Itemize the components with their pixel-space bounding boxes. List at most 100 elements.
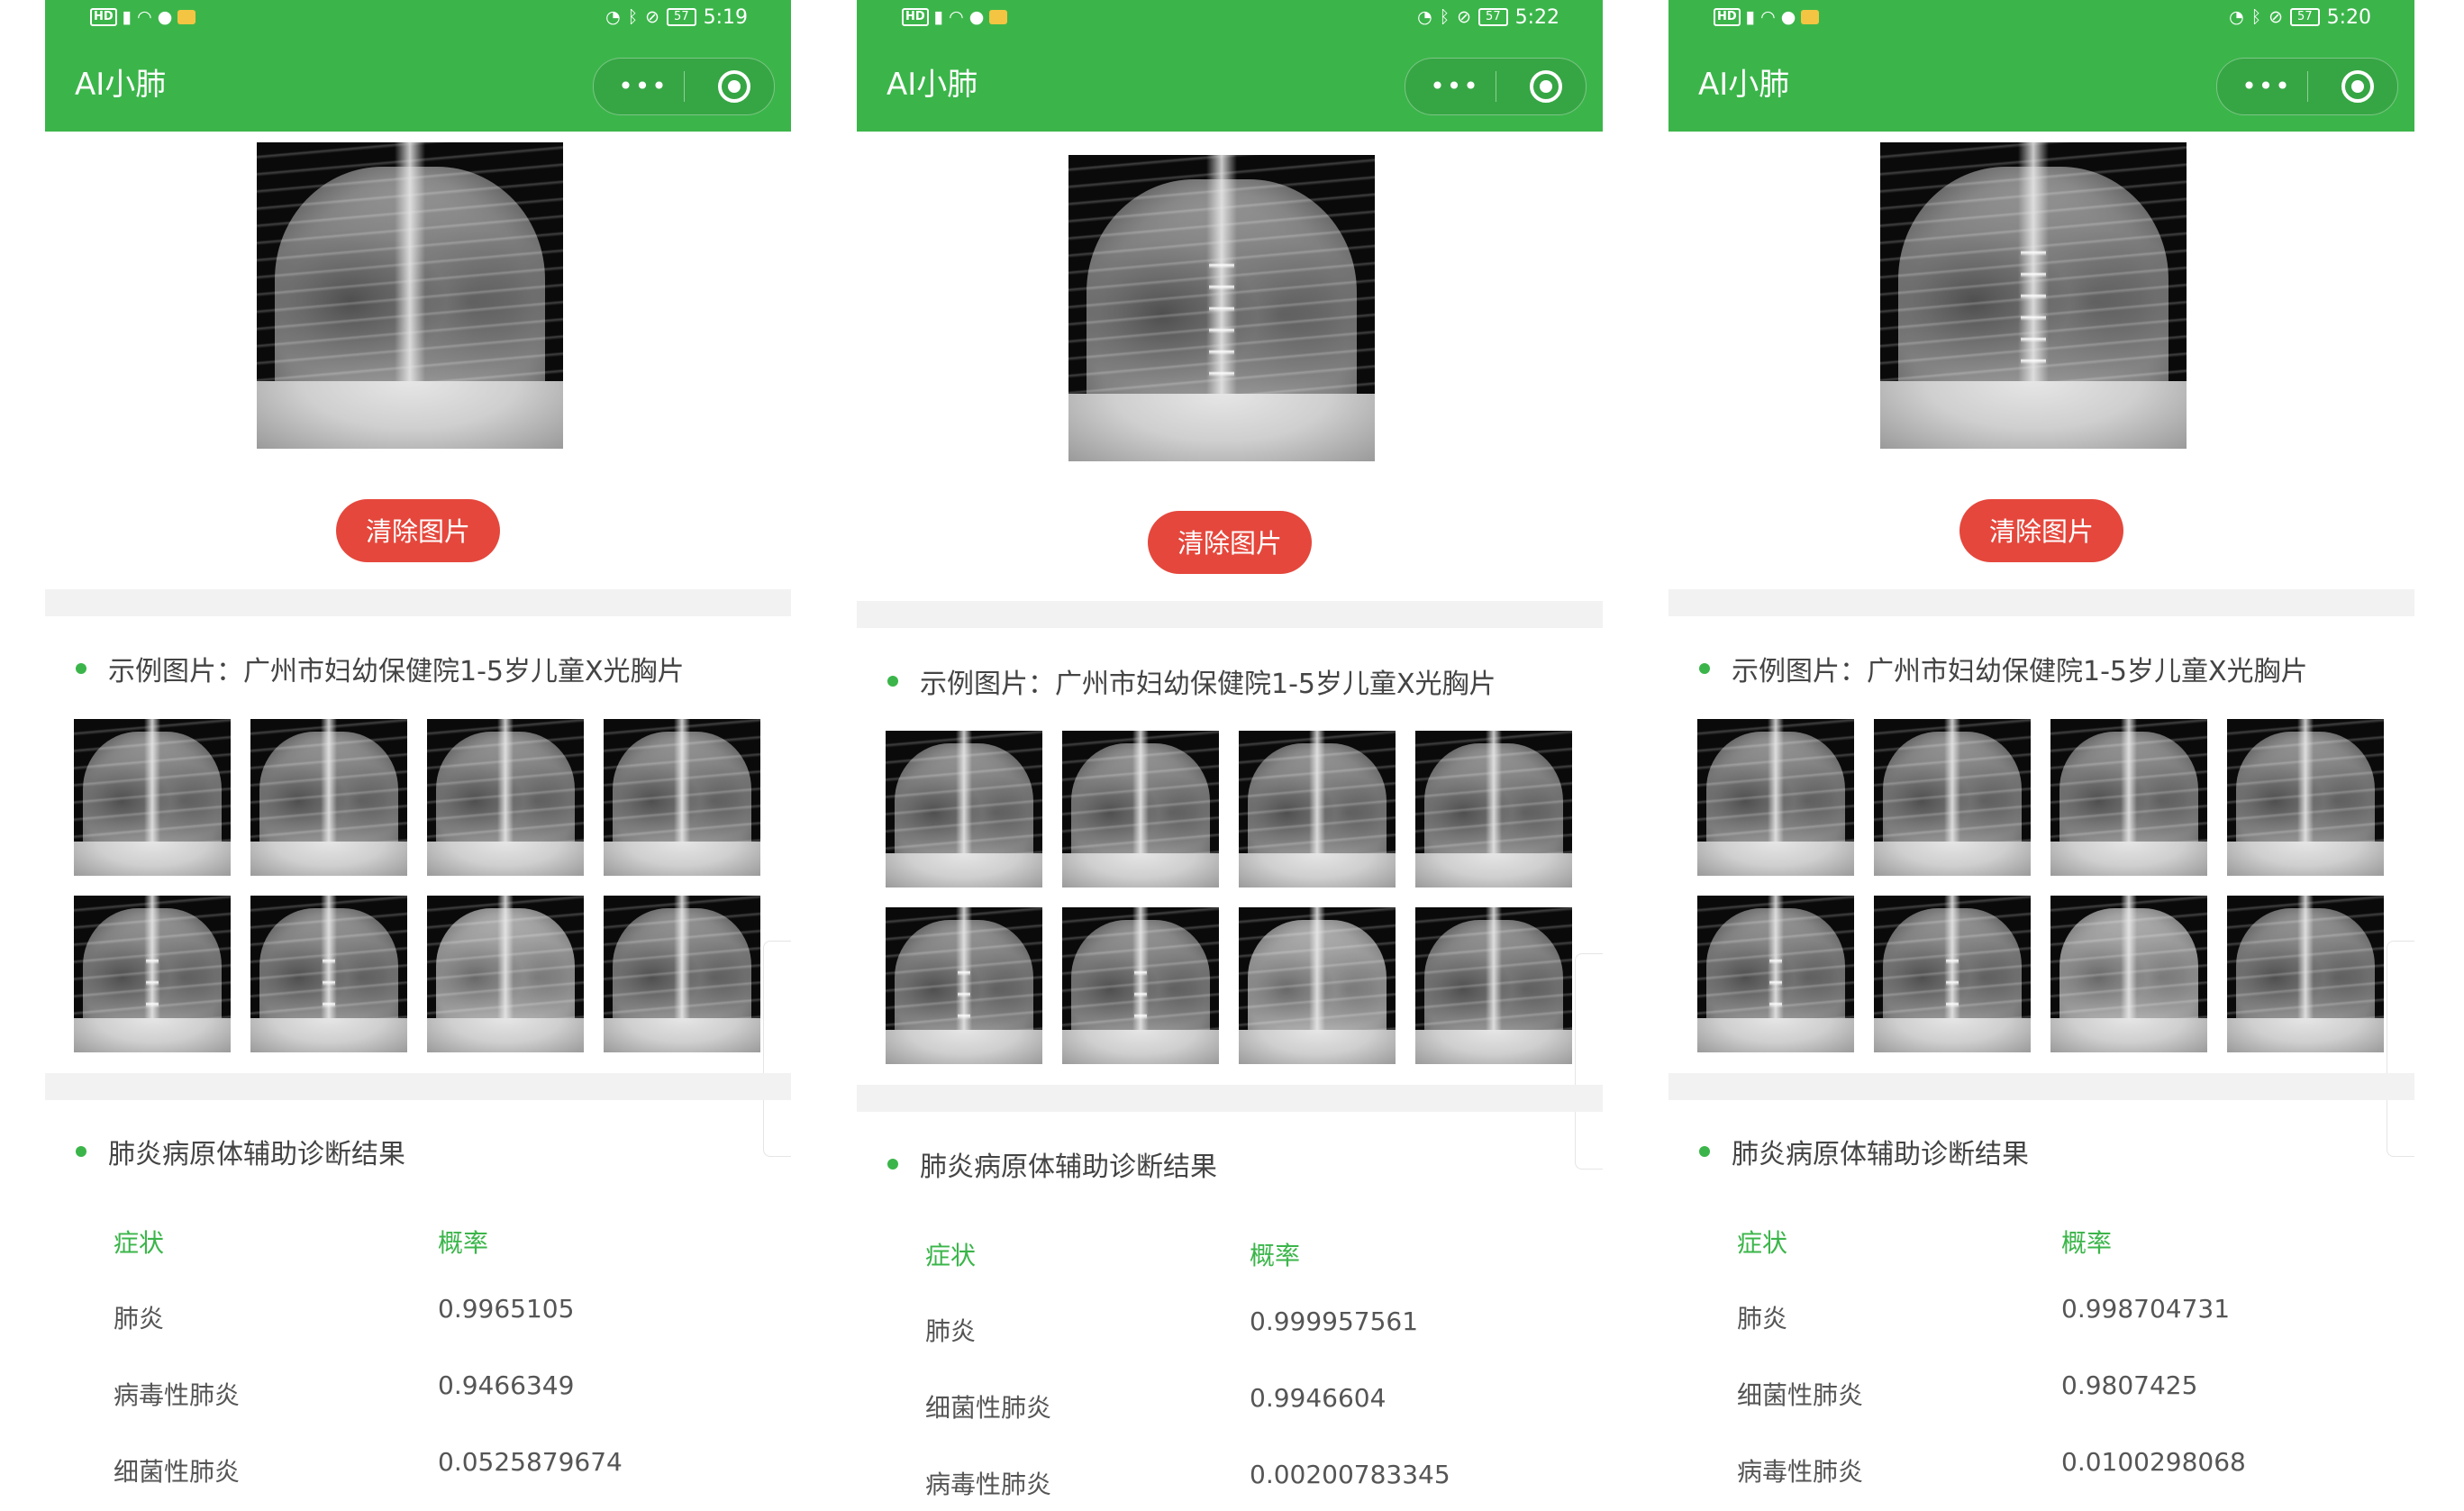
scroll-indicator[interactable] xyxy=(2387,941,2414,1157)
mute-icon: ⊘ xyxy=(645,7,660,27)
symptom-cell: 病毒性肺炎 xyxy=(114,1380,241,1410)
mini-program-capsule: ••• xyxy=(593,58,775,115)
battery-icon: 57 xyxy=(667,8,696,26)
alarm-icon: ◔ xyxy=(605,7,621,27)
close-target-icon[interactable] xyxy=(718,70,750,103)
signal-icon: ▮ xyxy=(933,7,944,27)
bullet-dot xyxy=(1699,663,1710,674)
scroll-indicator[interactable] xyxy=(763,941,791,1157)
probability-cell: 0.0525879674 xyxy=(438,1447,623,1477)
example-thumb-7[interactable] xyxy=(2050,896,2207,1052)
example-thumb-7[interactable] xyxy=(427,896,584,1052)
header-symptom: 症状 xyxy=(1737,1228,1788,1258)
example-thumb-1[interactable] xyxy=(886,731,1042,887)
example-thumb-8[interactable] xyxy=(1415,907,1572,1064)
result-section-title: 肺炎病原体辅助诊断结果 xyxy=(887,1146,1217,1183)
app-title: AI小肺 xyxy=(886,67,978,103)
example-thumb-1[interactable] xyxy=(74,719,231,876)
result-title-text: 肺炎病原体辅助诊断结果 xyxy=(108,1139,405,1170)
bluetooth-icon: ᛒ xyxy=(2250,7,2262,27)
uploaded-xray-image xyxy=(1880,142,2187,449)
alarm-icon: ◔ xyxy=(1417,7,1432,27)
more-icon[interactable]: ••• xyxy=(616,69,670,104)
status-right: ◔ ᛒ ⊘ 57 5:19 xyxy=(605,5,748,29)
table-row: 肺炎 0.998704731 xyxy=(1737,1294,2368,1376)
section-divider xyxy=(857,1085,1603,1112)
examples-section-title: 示例图片：广州市妇幼保健院1-5岁儿童X光胸片 xyxy=(1699,651,2308,687)
examples-section-title: 示例图片：广州市妇幼保健院1-5岁儿童X光胸片 xyxy=(887,663,1496,700)
examples-section-title: 示例图片：广州市妇幼保健院1-5岁儿童X光胸片 xyxy=(76,651,685,687)
title-bar: AI小肺 ••• xyxy=(857,40,1603,132)
status-left: HD ▮ ◠ ● xyxy=(902,5,1008,29)
phone-screen-1: HD ▮ ◠ ● ◔ ᛒ ⊘ 57 5:19 AI小肺 ••• 清除图片 示例图… xyxy=(45,0,791,1511)
symptom-cell: 病毒性肺炎 xyxy=(1737,1457,1864,1487)
scroll-indicator[interactable] xyxy=(1575,953,1603,1170)
section-divider xyxy=(1668,589,2414,616)
example-thumb-1[interactable] xyxy=(1697,719,1854,876)
table-header: 症状 概率 xyxy=(114,1224,744,1260)
example-thumb-6[interactable] xyxy=(250,896,407,1052)
probability-cell: 0.9946604 xyxy=(1250,1383,1387,1413)
header-symptom: 症状 xyxy=(114,1228,165,1258)
example-thumb-8[interactable] xyxy=(604,896,760,1052)
wifi-icon: ◠ xyxy=(949,7,964,27)
more-icon[interactable]: ••• xyxy=(1428,69,1482,104)
example-thumb-6[interactable] xyxy=(1874,896,2031,1052)
wifi-icon: ◠ xyxy=(137,7,152,27)
probability-cell: 0.9466349 xyxy=(438,1370,575,1400)
table-row: 病毒性肺炎 0.0100298068 xyxy=(1737,1447,2368,1511)
example-thumb-3[interactable] xyxy=(2050,719,2207,876)
hd-icon: HD xyxy=(1714,8,1741,26)
examples-title-text: 示例图片：广州市妇幼保健院1-5岁儿童X光胸片 xyxy=(108,656,685,687)
symptom-cell: 细菌性肺炎 xyxy=(1737,1380,1864,1410)
probability-cell: 0.999957561 xyxy=(1250,1306,1419,1336)
alarm-icon: ◔ xyxy=(2229,7,2244,27)
bullet-dot xyxy=(887,1159,898,1170)
status-time: 5:20 xyxy=(2326,5,2371,29)
status-bar: HD ▮ ◠ ● ◔ ᛒ ⊘ 57 5:19 xyxy=(45,0,791,40)
example-thumb-3[interactable] xyxy=(1239,731,1396,887)
close-target-icon[interactable] xyxy=(2341,70,2374,103)
hd-icon: HD xyxy=(902,8,929,26)
more-icon[interactable]: ••• xyxy=(2240,69,2294,104)
app-title: AI小肺 xyxy=(75,67,167,103)
clear-image-button[interactable]: 清除图片 xyxy=(1148,511,1312,574)
section-divider xyxy=(857,601,1603,628)
example-thumb-3[interactable] xyxy=(427,719,584,876)
example-thumb-2[interactable] xyxy=(250,719,407,876)
header-probability: 概率 xyxy=(2061,1228,2113,1258)
example-thumb-8[interactable] xyxy=(2227,896,2384,1052)
example-thumb-4[interactable] xyxy=(1415,731,1572,887)
example-thumb-5[interactable] xyxy=(74,896,231,1052)
section-divider xyxy=(45,589,791,616)
example-thumb-7[interactable] xyxy=(1239,907,1396,1064)
table-row: 病毒性肺炎 0.00200783345 xyxy=(925,1460,1556,1511)
example-thumb-5[interactable] xyxy=(886,907,1042,1064)
example-thumb-4[interactable] xyxy=(2227,719,2384,876)
status-right: ◔ ᛒ ⊘ 57 5:22 xyxy=(1417,5,1559,29)
result-section-title: 肺炎病原体辅助诊断结果 xyxy=(1699,1133,2029,1170)
example-thumb-6[interactable] xyxy=(1062,907,1219,1064)
example-thumb-2[interactable] xyxy=(1874,719,2031,876)
message-icon xyxy=(1801,10,1820,24)
table-row: 肺炎 0.9965105 xyxy=(114,1294,744,1376)
example-thumb-5[interactable] xyxy=(1697,896,1854,1052)
chat-icon: ● xyxy=(157,7,173,27)
uploaded-xray-image xyxy=(257,142,563,449)
hd-icon: HD xyxy=(90,8,117,26)
capsule-divider xyxy=(684,71,685,102)
example-thumb-4[interactable] xyxy=(604,719,760,876)
close-target-icon[interactable] xyxy=(1530,70,1562,103)
result-table: 症状 概率 肺炎 0.9965105 病毒性肺炎 0.9466349 细菌性肺炎… xyxy=(114,1224,744,1511)
message-icon xyxy=(989,10,1008,24)
example-thumb-2[interactable] xyxy=(1062,731,1219,887)
clear-image-button[interactable]: 清除图片 xyxy=(336,499,500,562)
battery-icon: 57 xyxy=(2290,8,2320,26)
app-title: AI小肺 xyxy=(1698,67,1790,103)
clear-image-button[interactable]: 清除图片 xyxy=(1959,499,2123,562)
symptom-cell: 细菌性肺炎 xyxy=(925,1393,1052,1423)
example-image-grid xyxy=(1697,719,2386,1054)
status-left: HD ▮ ◠ ● xyxy=(1714,5,1820,29)
symptom-cell: 肺炎 xyxy=(114,1304,165,1334)
result-section-title: 肺炎病原体辅助诊断结果 xyxy=(76,1133,405,1170)
